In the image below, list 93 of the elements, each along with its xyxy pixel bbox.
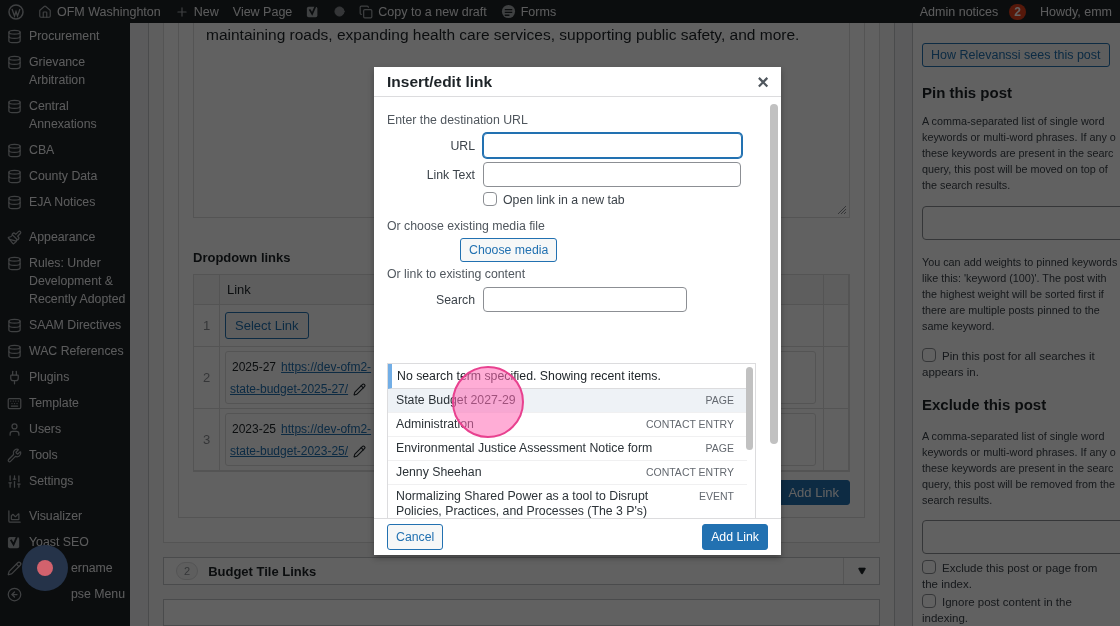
search-field[interactable] bbox=[483, 287, 687, 312]
link-url[interactable]: state-budget-2023-25/ bbox=[230, 444, 349, 458]
checkbox-label: Exclude this post or page from the index. bbox=[922, 560, 1099, 592]
url-field[interactable] bbox=[483, 133, 742, 158]
sidebar-item[interactable]: SAAM Directives bbox=[0, 312, 130, 338]
exclude-keywords-field[interactable] bbox=[922, 520, 1120, 554]
checkbox-label: Pin this post for all searches it appears in. bbox=[922, 348, 1096, 380]
copy-icon bbox=[359, 4, 374, 19]
section-title: Budget Tile Links bbox=[208, 563, 318, 579]
sidebar-item[interactable]: WAC References bbox=[0, 338, 130, 364]
section-heading: Exclude this post bbox=[922, 396, 1048, 413]
help-text: A comma-separated list of single word keywords or multi-word phrases. If any o these keywords are present in the searc query, this post will be moved on top of the search results. bbox=[922, 114, 1117, 193]
forms-link[interactable]: Forms bbox=[500, 4, 557, 19]
checkbox-label: Open link in a new tab bbox=[483, 192, 625, 207]
sidebar-item[interactable]: Plugins bbox=[0, 364, 130, 390]
link-url[interactable]: https://dev-ofm2- bbox=[281, 360, 372, 374]
pencil-icon[interactable] bbox=[353, 444, 367, 458]
checkbox[interactable] bbox=[922, 348, 936, 362]
copy-link[interactable]: Copy to a new draft bbox=[359, 4, 487, 19]
close-button[interactable]: × bbox=[755, 71, 771, 92]
chart-icon bbox=[6, 508, 22, 524]
sidebar-item[interactable]: Settings bbox=[0, 468, 130, 494]
section-heading: Pin this post bbox=[922, 84, 1013, 101]
forms-icon bbox=[500, 4, 516, 19]
sidebar-item[interactable]: Template bbox=[0, 390, 130, 416]
dialog-title: Insert/edit link bbox=[387, 72, 493, 91]
link-title: 2023-25 bbox=[232, 422, 277, 436]
link-title: 2025-27 bbox=[232, 360, 277, 374]
keyboard-icon bbox=[6, 395, 22, 411]
sidebar-item[interactable]: Visualizer bbox=[0, 503, 130, 529]
record-button[interactable] bbox=[22, 545, 68, 591]
help-text: A comma-separated list of single word keywords or multi-word phrases. If any o these keywords are present in the searc query, this post will be removed from the search results. bbox=[922, 429, 1117, 508]
notice-count: 2 bbox=[1009, 3, 1026, 20]
scrollbar-thumb[interactable] bbox=[770, 104, 778, 444]
field-label: Dropdown links bbox=[193, 250, 292, 265]
database-icon bbox=[6, 142, 22, 158]
field-label: URL bbox=[449, 138, 476, 153]
sidebar-item[interactable]: Tools bbox=[0, 442, 130, 468]
new-link[interactable]: New bbox=[174, 4, 219, 19]
plus-icon bbox=[174, 4, 189, 19]
sidebar-item[interactable]: Users bbox=[0, 416, 130, 442]
database-icon bbox=[6, 194, 22, 210]
scrollbar-thumb[interactable] bbox=[746, 367, 753, 450]
database-icon bbox=[6, 168, 22, 184]
sidebar-item[interactable]: Procurement bbox=[0, 23, 130, 49]
view-page-link[interactable]: View Page bbox=[232, 4, 293, 19]
database-icon bbox=[6, 28, 22, 44]
sidebar-item[interactable]: EJA Notices bbox=[0, 189, 130, 215]
database-icon bbox=[6, 98, 22, 114]
wrench-icon bbox=[6, 447, 22, 463]
home-icon bbox=[38, 4, 52, 19]
admin-notices-link[interactable]: Admin notices 2 bbox=[919, 3, 1026, 20]
sidebar-item[interactable]: County Data bbox=[0, 163, 130, 189]
link-url[interactable]: https://dev-ofm2- bbox=[281, 422, 372, 436]
checkbox[interactable] bbox=[922, 594, 936, 608]
link-text-field[interactable] bbox=[483, 162, 741, 187]
sidebar-item[interactable]: Appearance bbox=[0, 224, 130, 250]
section-label: Enter the destination URL bbox=[387, 113, 529, 127]
field-label: Link Text bbox=[425, 167, 476, 182]
checkbox[interactable] bbox=[483, 192, 497, 206]
add-link-button[interactable]: Add Link bbox=[702, 524, 768, 550]
database-icon bbox=[6, 317, 22, 333]
user-icon bbox=[6, 421, 22, 437]
paintbrush-icon bbox=[6, 229, 22, 245]
status-dot-icon bbox=[334, 6, 346, 17]
section-label: Or choose existing media file bbox=[387, 219, 546, 233]
database-icon bbox=[6, 255, 22, 271]
pin-keywords-field[interactable] bbox=[922, 206, 1120, 240]
link-url[interactable]: state-budget-2025-27/ bbox=[230, 382, 349, 396]
sidebar-item[interactable]: Central Annexations bbox=[0, 93, 130, 137]
help-text: You can add weights to pinned keywords like this: 'keyword (100)'. The post with the highest weight will be sorted first if there are multiple posts pinned to the same keyword. bbox=[922, 255, 1119, 334]
relevanssi-button[interactable]: How Relevanssi sees this post bbox=[922, 43, 1110, 67]
database-icon bbox=[6, 343, 22, 359]
select-link-button[interactable]: Select Link bbox=[225, 312, 309, 339]
resize-grip-icon bbox=[838, 206, 846, 214]
settings-icon bbox=[6, 473, 22, 489]
pencil-icon bbox=[6, 560, 22, 576]
editor-text: maintaining roads, expanding health care services, supporting public safety, and more. bbox=[206, 26, 801, 44]
sidebar-item[interactable]: CBA bbox=[0, 137, 130, 163]
dropdown-arrow-icon[interactable] bbox=[857, 567, 866, 576]
yoast-icon bbox=[6, 534, 22, 550]
account-greeting[interactable]: Howdy, emm bbox=[1040, 4, 1112, 19]
wordpress-logo-icon[interactable] bbox=[8, 3, 24, 20]
database-icon bbox=[6, 54, 22, 70]
pencil-icon[interactable] bbox=[353, 382, 367, 396]
cancel-button[interactable]: Cancel bbox=[387, 524, 444, 550]
site-link[interactable]: OFM Washinghton bbox=[38, 4, 161, 19]
field-label: Search bbox=[435, 292, 476, 307]
choose-media-button[interactable]: Choose media bbox=[460, 238, 558, 262]
sidebar-item[interactable]: Rules: Under Development & Recently Adopted bbox=[0, 250, 130, 312]
checkbox[interactable] bbox=[922, 560, 936, 574]
collapse-icon bbox=[6, 586, 22, 602]
sidebar-item[interactable]: Grievance Arbitration bbox=[0, 49, 130, 93]
